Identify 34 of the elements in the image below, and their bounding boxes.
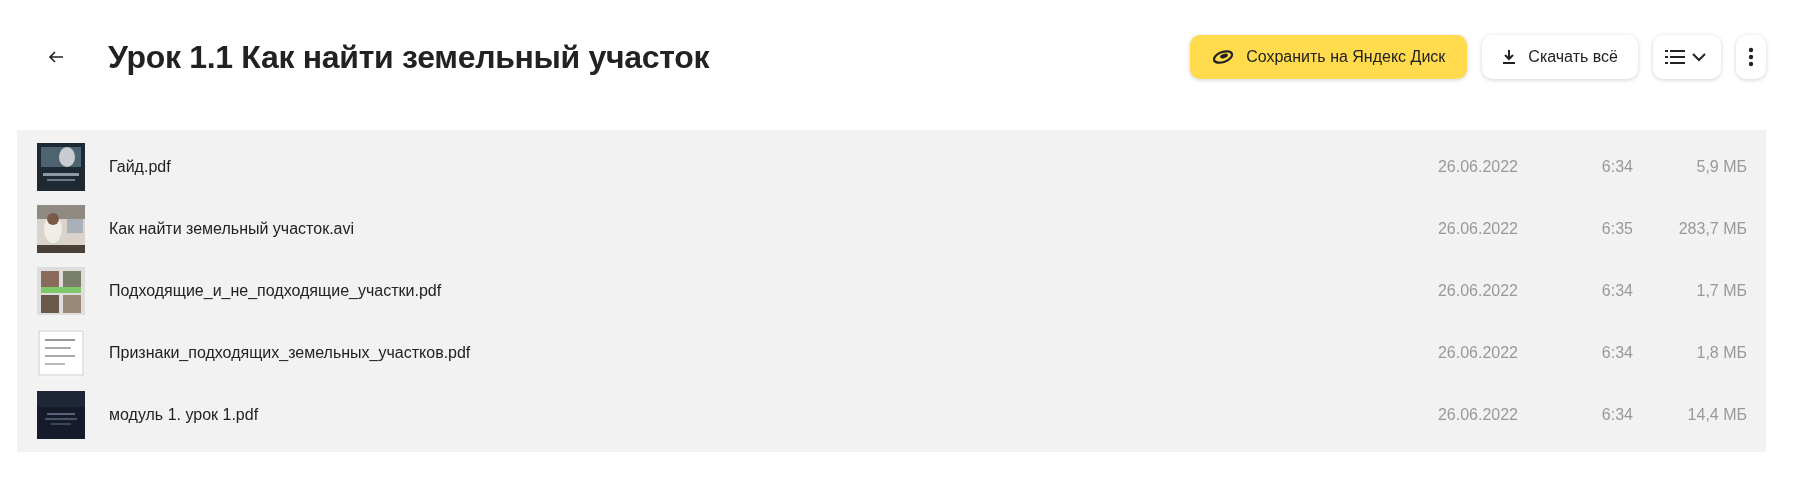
file-time: 6:34 <box>1600 344 1633 362</box>
file-row[interactable]: модуль 1. урок 1.pdf 26.06.2022 6:34 14,4 МБ <box>17 384 1766 446</box>
file-row[interactable]: Гайд.pdf 26.06.2022 6:34 5,9 МБ <box>17 136 1766 198</box>
file-date: 26.06.2022 <box>1436 406 1518 424</box>
download-button[interactable]: Скачать всё <box>1482 35 1638 79</box>
file-date: 26.06.2022 <box>1436 158 1518 176</box>
disk-icon <box>1212 49 1235 65</box>
list-view-icon <box>1665 48 1709 66</box>
file-size: 14,4 МБ <box>1686 406 1748 424</box>
file-row[interactable]: Признаки_подходящих_земельных_участков.pdf 26.06.2022 6:34 1,8 МБ <box>17 322 1766 384</box>
file-time: 6:34 <box>1600 406 1633 424</box>
file-size: 5,9 МБ <box>1695 158 1748 176</box>
file-size: 1,8 МБ <box>1695 344 1748 362</box>
file-time: 6:34 <box>1600 158 1633 176</box>
file-name: Гайд.pdf <box>109 158 172 176</box>
save-button[interactable]: Сохранить на Яндекс Диск <box>1190 35 1468 79</box>
file-time: 6:35 <box>1600 220 1633 238</box>
view-menu-button[interactable] <box>1653 35 1721 79</box>
file-date: 26.06.2022 <box>1436 220 1518 238</box>
more-button[interactable] <box>1736 35 1766 79</box>
file-row[interactable]: Как найти земельный участок.avi 26.06.2022 6:35 283,7 МБ <box>17 198 1766 260</box>
file-name: модуль 1. урок 1.pdf <box>109 406 260 424</box>
file-row[interactable]: Подходящие_и_не_подходящие_участки.pdf 26.06.2022 6:34 1,7 МБ <box>17 260 1766 322</box>
download-icon <box>1502 49 1517 65</box>
page-title: Урок 1.1 Как найти земельный участок <box>108 38 711 76</box>
file-name: Признаки_подходящих_земельных_участков.pdf <box>109 344 472 362</box>
more-icon <box>1748 47 1754 67</box>
file-size: 1,7 МБ <box>1695 282 1748 300</box>
file-name: Как найти земельный участок.avi <box>109 220 356 238</box>
file-name: Подходящие_и_не_подходящие_участки.pdf <box>109 282 443 300</box>
file-size: 283,7 МБ <box>1677 220 1748 238</box>
file-time: 6:34 <box>1600 282 1633 300</box>
file-date: 26.06.2022 <box>1436 344 1518 362</box>
file-date: 26.06.2022 <box>1436 282 1518 300</box>
